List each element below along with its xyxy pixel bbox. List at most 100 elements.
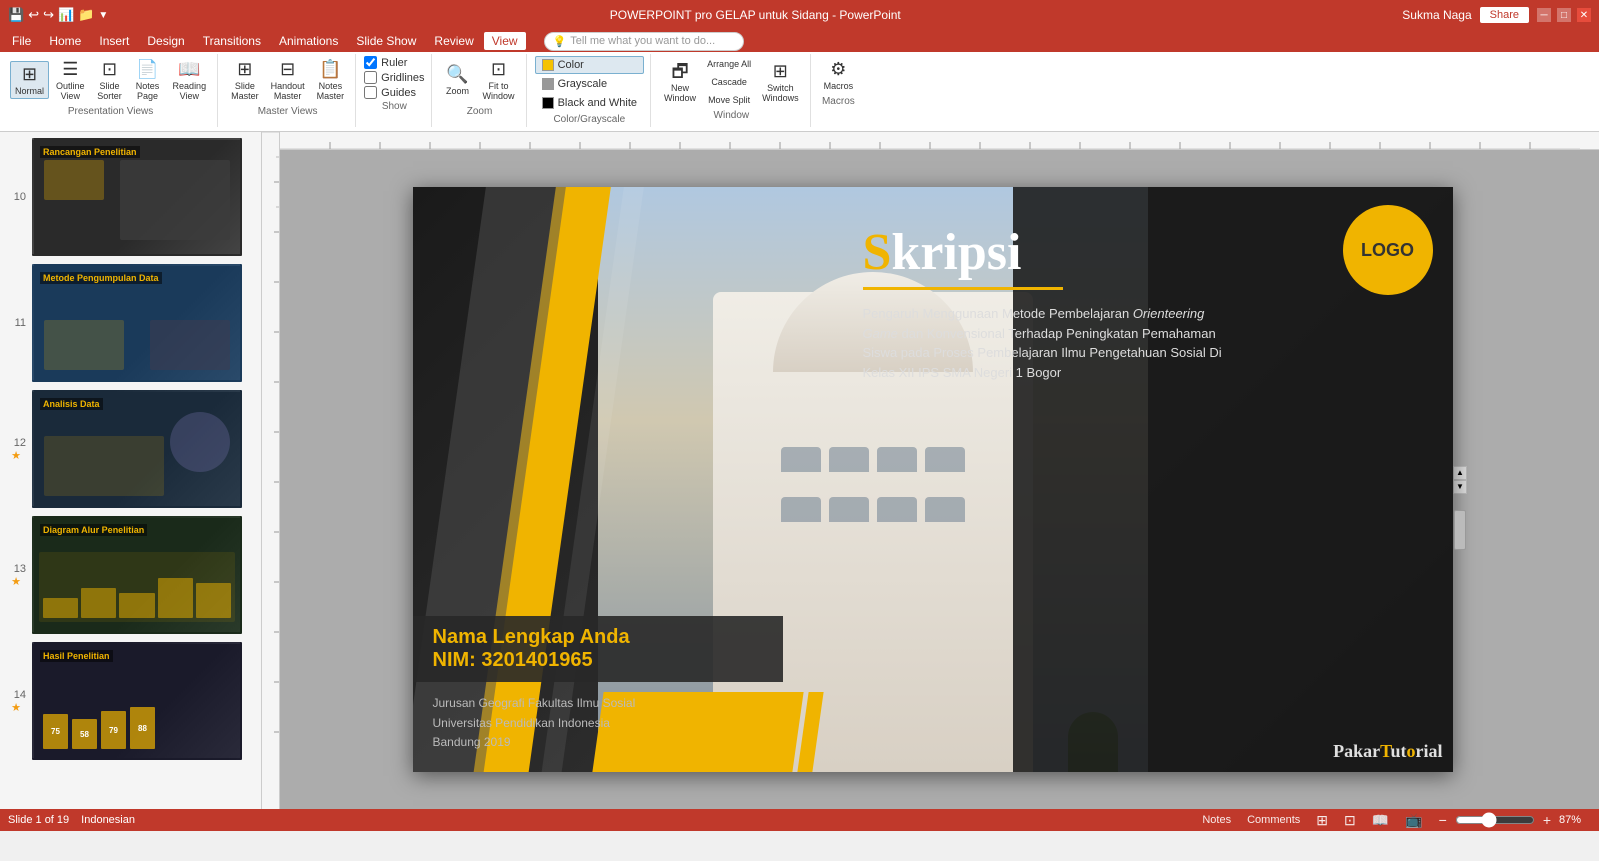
vertical-scrollbar[interactable]: ▲ ▼ bbox=[1453, 466, 1467, 494]
slide-item-10[interactable]: 10 Rancangan Penelitian bbox=[4, 136, 257, 258]
main-area: 10 Rancangan Penelitian 11 Metode Pengum… bbox=[0, 132, 1599, 809]
notes-master-button[interactable]: 📋 NotesMaster bbox=[312, 56, 350, 104]
undo-icon[interactable]: ↩ bbox=[28, 7, 39, 23]
brand-text: PakarTutorial bbox=[1333, 741, 1442, 762]
presenter-view-status-button[interactable]: 📺 bbox=[1401, 812, 1426, 829]
menu-insert[interactable]: Insert bbox=[91, 32, 137, 50]
status-bar: Slide 1 of 19 Indonesian Notes Comments … bbox=[0, 809, 1599, 831]
zoom-label: Zoom bbox=[467, 106, 493, 117]
slide-thumb-13[interactable]: Diagram Alur Penelitian bbox=[32, 516, 242, 634]
master-views-group: ⊞ SlideMaster ⊟ HandoutMaster 📋 NotesMas… bbox=[220, 54, 356, 127]
canvas-area: LOGO Skripsi Pengaruh Menggunaan Metode … bbox=[280, 132, 1599, 809]
new-window-button[interactable]: 🗗 NewWindow bbox=[659, 58, 701, 106]
color-button[interactable]: Color bbox=[535, 56, 644, 74]
notes-button[interactable]: Notes bbox=[1198, 814, 1235, 826]
save-icon[interactable]: 💾 bbox=[8, 7, 24, 23]
menu-file[interactable]: File bbox=[4, 32, 39, 50]
menu-home[interactable]: Home bbox=[41, 32, 89, 50]
slide-thumb-11[interactable]: Metode Pengumpulan Data bbox=[32, 264, 242, 382]
menu-slideshow[interactable]: Slide Show bbox=[348, 32, 424, 50]
menu-design[interactable]: Design bbox=[139, 32, 192, 50]
cascade-label: Cascade bbox=[711, 77, 747, 87]
black-white-button[interactable]: Black and White bbox=[535, 94, 644, 112]
zoom-level: 87% bbox=[1559, 814, 1591, 826]
arrange-all-label: Arrange All bbox=[707, 59, 751, 69]
slide-thumb-14[interactable]: Hasil Penelitian 75 58 79 88 bbox=[32, 642, 242, 760]
zoom-slider[interactable] bbox=[1455, 812, 1535, 828]
grayscale-dot bbox=[542, 78, 554, 90]
presentation-views-group: ⊞ Normal ☰ OutlineView ⊡ SlideSorter 📄 N… bbox=[4, 54, 218, 127]
slide-num-10: 10 bbox=[6, 191, 26, 203]
switch-windows-button[interactable]: ⊞ SwitchWindows bbox=[757, 58, 804, 106]
presentation-views-label: Presentation Views bbox=[68, 106, 153, 117]
arrange-all-button[interactable]: Arrange All bbox=[703, 56, 755, 72]
language-info: Indonesian bbox=[81, 814, 135, 826]
reading-view-icon: 📖 bbox=[178, 59, 200, 81]
faculty-text: Jurusan Geografi Fakultas Ilmu Sosial bbox=[433, 694, 636, 713]
title-section: Skripsi Pengaruh Menggunaan Metode Pembe… bbox=[863, 217, 1243, 398]
slide-master-button[interactable]: ⊞ SlideMaster bbox=[226, 56, 264, 104]
slide-sorter-status-button[interactable]: ⊡ bbox=[1340, 812, 1360, 829]
menu-animations[interactable]: Animations bbox=[271, 32, 346, 50]
slide-canvas[interactable]: LOGO Skripsi Pengaruh Menggunaan Metode … bbox=[413, 187, 1453, 772]
scroll-up-button[interactable]: ▲ bbox=[1453, 466, 1467, 480]
slide-thumb-12[interactable]: Analisis Data bbox=[32, 390, 242, 508]
grayscale-button[interactable]: Grayscale bbox=[535, 75, 644, 93]
normal-view-button[interactable]: ⊞ Normal bbox=[10, 61, 49, 99]
redo-icon[interactable]: ↪ bbox=[43, 7, 54, 23]
slide-thumb-10[interactable]: Rancangan Penelitian bbox=[32, 138, 242, 256]
presentation-icon[interactable]: 📊 bbox=[58, 7, 74, 23]
slide-item-11[interactable]: 11 Metode Pengumpulan Data bbox=[4, 262, 257, 384]
vertical-ruler bbox=[262, 132, 280, 809]
menu-view[interactable]: View bbox=[484, 32, 526, 50]
ribbon: ⊞ Normal ☰ OutlineView ⊡ SlideSorter 📄 N… bbox=[0, 52, 1599, 132]
handout-master-button[interactable]: ⊟ HandoutMaster bbox=[266, 56, 310, 104]
scroll-thumb[interactable] bbox=[1454, 510, 1466, 550]
status-right: Notes Comments ⊞ ⊡ 📖 📺 − + 87% bbox=[1198, 812, 1591, 829]
outline-view-icon: ☰ bbox=[62, 59, 78, 81]
outline-view-button[interactable]: ☰ OutlineView bbox=[51, 56, 90, 104]
macros-button[interactable]: ⚙ Macros bbox=[819, 56, 859, 94]
menu-review[interactable]: Review bbox=[426, 32, 481, 50]
slide-item-14[interactable]: 14 ★ Hasil Penelitian 75 58 79 88 bbox=[4, 640, 257, 762]
city-year: Bandung 2019 bbox=[433, 733, 636, 752]
comments-button[interactable]: Comments bbox=[1243, 814, 1304, 826]
guides-checkbox[interactable]: Guides bbox=[364, 86, 424, 99]
new-window-icon: 🗗 bbox=[672, 61, 689, 83]
scroll-down-button[interactable]: ▼ bbox=[1453, 480, 1467, 494]
macros-group: ⚙ Macros Macros bbox=[813, 54, 865, 127]
reading-view-status-button[interactable]: 📖 bbox=[1368, 812, 1393, 829]
gridlines-checkbox[interactable]: Gridlines bbox=[364, 71, 424, 84]
cascade-button[interactable]: Cascade bbox=[703, 74, 755, 90]
save2-icon[interactable]: 📁 bbox=[78, 7, 94, 23]
minimize-button[interactable]: ─ bbox=[1537, 8, 1551, 22]
tell-me-input[interactable]: 💡 Tell me what you want to do... bbox=[544, 32, 744, 51]
reading-view-button[interactable]: 📖 ReadingView bbox=[168, 56, 212, 104]
search-icon: 💡 bbox=[553, 35, 567, 48]
normal-view-status-button[interactable]: ⊞ bbox=[1312, 812, 1332, 829]
zoom-in-button[interactable]: + bbox=[1539, 812, 1555, 828]
slide-item-12[interactable]: 12 ★ Analisis Data bbox=[4, 388, 257, 510]
student-nim: NIM: 3201401965 bbox=[433, 649, 763, 672]
maximize-button[interactable]: □ bbox=[1557, 8, 1571, 22]
name-box: Nama Lengkap Anda NIM: 3201401965 bbox=[413, 616, 783, 682]
move-split-button[interactable]: Move Split bbox=[703, 92, 755, 108]
zoom-button[interactable]: 🔍 Zoom bbox=[440, 61, 476, 99]
dropdown-icon[interactable]: ▼ bbox=[98, 10, 108, 21]
fit-to-window-button[interactable]: ⊡ Fit toWindow bbox=[478, 56, 520, 104]
menu-transitions[interactable]: Transitions bbox=[195, 32, 269, 50]
close-button[interactable]: ✕ bbox=[1577, 8, 1591, 22]
move-split-label: Move Split bbox=[708, 95, 750, 105]
menu-bar: File Home Insert Design Transitions Anim… bbox=[0, 30, 1599, 52]
share-button[interactable]: Share bbox=[1480, 7, 1529, 23]
slide-num-14: 14 bbox=[6, 689, 26, 701]
slide-sorter-button[interactable]: ⊡ SlideSorter bbox=[92, 56, 128, 104]
zoom-out-button[interactable]: − bbox=[1435, 812, 1451, 828]
notes-master-icon: 📋 bbox=[319, 59, 341, 81]
slide-num-12: 12 bbox=[6, 437, 26, 449]
slide-item-13[interactable]: 13 ★ Diagram Alur Penelitian bbox=[4, 514, 257, 636]
notes-page-button[interactable]: 📄 NotesPage bbox=[130, 56, 166, 104]
ruler-checkbox[interactable]: Ruler bbox=[364, 56, 424, 69]
slide-viewport[interactable]: LOGO Skripsi Pengaruh Menggunaan Metode … bbox=[280, 150, 1599, 809]
horizontal-ruler bbox=[280, 132, 1599, 150]
